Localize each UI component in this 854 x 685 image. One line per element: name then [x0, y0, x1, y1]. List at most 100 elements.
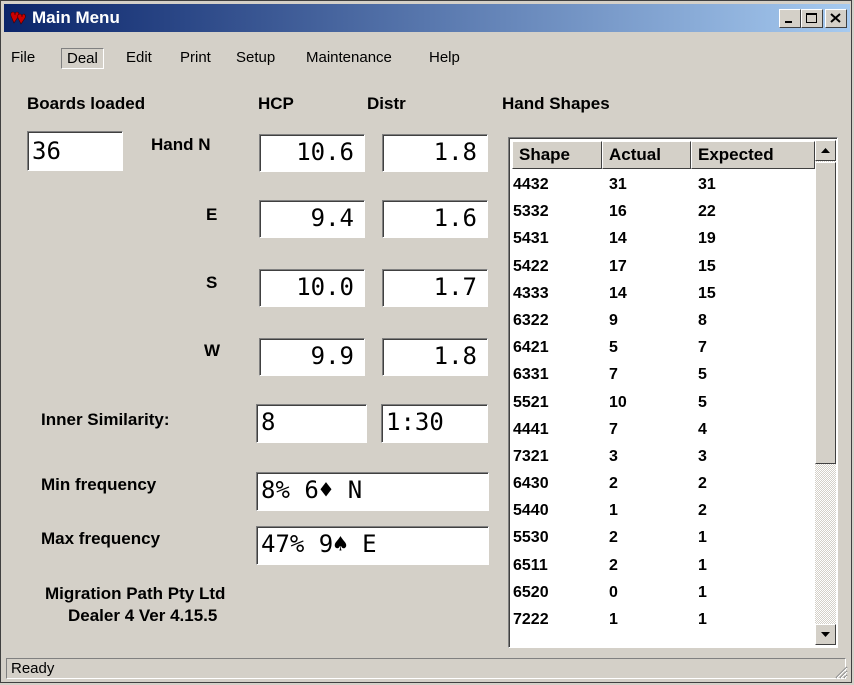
expected-cell: 1: [698, 529, 707, 547]
menu-file[interactable]: File: [6, 48, 40, 67]
table-row[interactable]: 6331 7 5: [513, 361, 813, 388]
column-header-actual[interactable]: Actual: [602, 141, 691, 169]
expected-cell: 22: [698, 203, 716, 221]
shape-cell: 6520: [513, 583, 549, 601]
actual-cell: 3: [609, 447, 618, 465]
table-row[interactable]: 6520 0 1: [513, 579, 813, 606]
version-label: Dealer 4 Ver 4.15.5: [68, 606, 218, 625]
table-row[interactable]: 5440 1 2: [513, 497, 813, 524]
distr-w-field[interactable]: 1.8: [382, 338, 488, 376]
shape-cell: 6331: [513, 366, 549, 384]
table-rows: 4432 31 31 5332 16 22 5431 14 19 5422 17 15 4333 14 15…: [513, 171, 813, 633]
table-row[interactable]: 5431 14 19: [513, 225, 813, 252]
status-bar: Ready: [4, 657, 850, 681]
table-row[interactable]: 4441 7 4: [513, 416, 813, 443]
actual-cell: 16: [609, 203, 627, 221]
actual-cell: 0: [609, 583, 618, 601]
max-frequency-label: Max frequency: [41, 529, 161, 548]
table-row[interactable]: 5332 16 22: [513, 198, 813, 225]
scroll-up-button[interactable]: [815, 140, 836, 161]
title-bar[interactable]: Main Menu: [4, 4, 850, 32]
inner-similarity-field[interactable]: 8: [256, 404, 367, 443]
expected-cell: 7: [698, 339, 707, 357]
table-row[interactable]: 6421 5 7: [513, 334, 813, 361]
actual-cell: 7: [609, 420, 618, 438]
hand-n-label: Hand N: [151, 135, 211, 154]
menu-deal[interactable]: Deal: [61, 48, 104, 69]
actual-cell: 9: [609, 311, 618, 329]
menu-print[interactable]: Print: [175, 48, 216, 67]
table-row[interactable]: 5521 10 5: [513, 389, 813, 416]
minimize-icon: [785, 21, 792, 23]
menu-setup[interactable]: Setup: [231, 48, 280, 67]
actual-cell: 14: [609, 230, 627, 248]
maximize-button[interactable]: [801, 9, 823, 28]
actual-cell: 2: [609, 475, 618, 493]
arrow-up-icon: [821, 148, 830, 153]
expected-cell: 15: [698, 257, 716, 275]
table-row[interactable]: 5530 2 1: [513, 524, 813, 551]
table-row[interactable]: 7321 3 3: [513, 443, 813, 470]
hand-shapes-label: Hand Shapes: [502, 94, 610, 113]
shape-cell: 5530: [513, 529, 549, 547]
shape-cell: 5332: [513, 203, 549, 221]
expected-cell: 5: [698, 393, 707, 411]
expected-cell: 19: [698, 230, 716, 248]
hcp-w-field[interactable]: 9.9: [259, 338, 365, 376]
menu-help[interactable]: Help: [424, 48, 465, 67]
scroll-down-button[interactable]: [815, 624, 836, 645]
actual-cell: 1: [609, 611, 618, 628]
vertical-scrollbar[interactable]: [815, 140, 836, 645]
distr-s-field[interactable]: 1.7: [382, 269, 488, 307]
status-text: Ready: [6, 658, 846, 679]
max-frequency-field[interactable]: 47% 9♠ E: [256, 526, 489, 565]
expected-cell: 2: [698, 475, 707, 493]
expected-cell: 4: [698, 420, 707, 438]
table-row[interactable]: 6511 2 1: [513, 552, 813, 579]
hand-shapes-table[interactable]: Shape Actual Expected 4432 31 31 5332 16 22 54…: [508, 137, 838, 648]
hcp-e-field[interactable]: 9.4: [259, 200, 365, 238]
table-row[interactable]: 6322 9 8: [513, 307, 813, 334]
table-row[interactable]: 7222 1 1: [513, 606, 813, 633]
actual-cell: 17: [609, 257, 627, 275]
actual-cell: 14: [609, 284, 627, 302]
resize-grip-icon[interactable]: [834, 665, 848, 679]
boards-loaded-field[interactable]: 36: [27, 131, 123, 171]
menu-edit[interactable]: Edit: [121, 48, 157, 67]
scroll-thumb[interactable]: [815, 162, 836, 464]
table-row[interactable]: 5422 17 15: [513, 253, 813, 280]
hand-s-label: S: [206, 273, 218, 292]
shape-cell: 6421: [513, 339, 549, 357]
distr-label: Distr: [367, 94, 406, 113]
inner-similarity-ratio-field[interactable]: 1:30: [381, 404, 488, 443]
shape-cell: 6430: [513, 475, 549, 493]
table-row[interactable]: 4333 14 15: [513, 280, 813, 307]
column-header-expected[interactable]: Expected: [691, 141, 815, 169]
boards-loaded-label: Boards loaded: [27, 94, 146, 113]
minimize-button[interactable]: [779, 9, 801, 28]
actual-cell: 5: [609, 339, 618, 357]
actual-cell: 2: [609, 529, 618, 547]
close-button[interactable]: [825, 9, 847, 28]
hcp-s-field[interactable]: 10.0: [259, 269, 365, 307]
shape-cell: 4441: [513, 420, 549, 438]
expected-cell: 2: [698, 502, 707, 520]
actual-cell: 7: [609, 366, 618, 384]
shape-cell: 5422: [513, 257, 549, 275]
table-row[interactable]: 6430 2 2: [513, 470, 813, 497]
expected-cell: 1: [698, 556, 707, 574]
distr-n-field[interactable]: 1.8: [382, 134, 488, 172]
distr-e-field[interactable]: 1.6: [382, 200, 488, 238]
shape-cell: 4333: [513, 284, 549, 302]
hand-e-label: E: [206, 205, 218, 224]
company-label: Migration Path Pty Ltd: [45, 584, 226, 603]
hcp-n-field[interactable]: 10.6: [259, 134, 365, 172]
table-row[interactable]: 4432 31 31: [513, 171, 813, 198]
column-header-shape[interactable]: Shape: [512, 141, 602, 169]
shape-cell: 6322: [513, 311, 549, 329]
min-frequency-field[interactable]: 8% 6♦ N: [256, 472, 489, 511]
hcp-label: HCP: [258, 94, 294, 113]
shape-cell: 4432: [513, 176, 549, 193]
menu-maintenance[interactable]: Maintenance: [301, 48, 397, 67]
shape-cell: 5521: [513, 393, 549, 411]
